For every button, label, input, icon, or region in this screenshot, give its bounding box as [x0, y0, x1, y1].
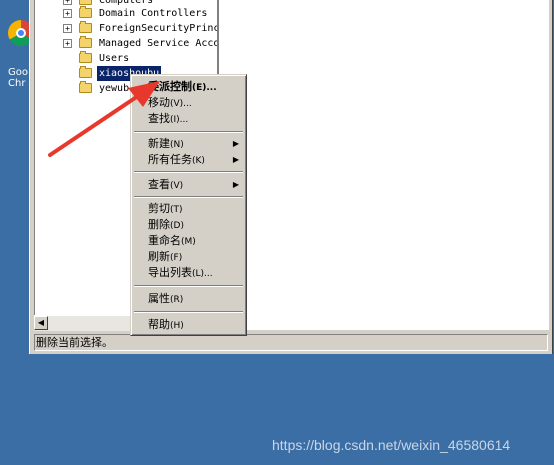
annotation-arrow-icon [48, 81, 160, 157]
watermark: https://blog.csdn.net/weixin_46580614 [272, 437, 511, 453]
